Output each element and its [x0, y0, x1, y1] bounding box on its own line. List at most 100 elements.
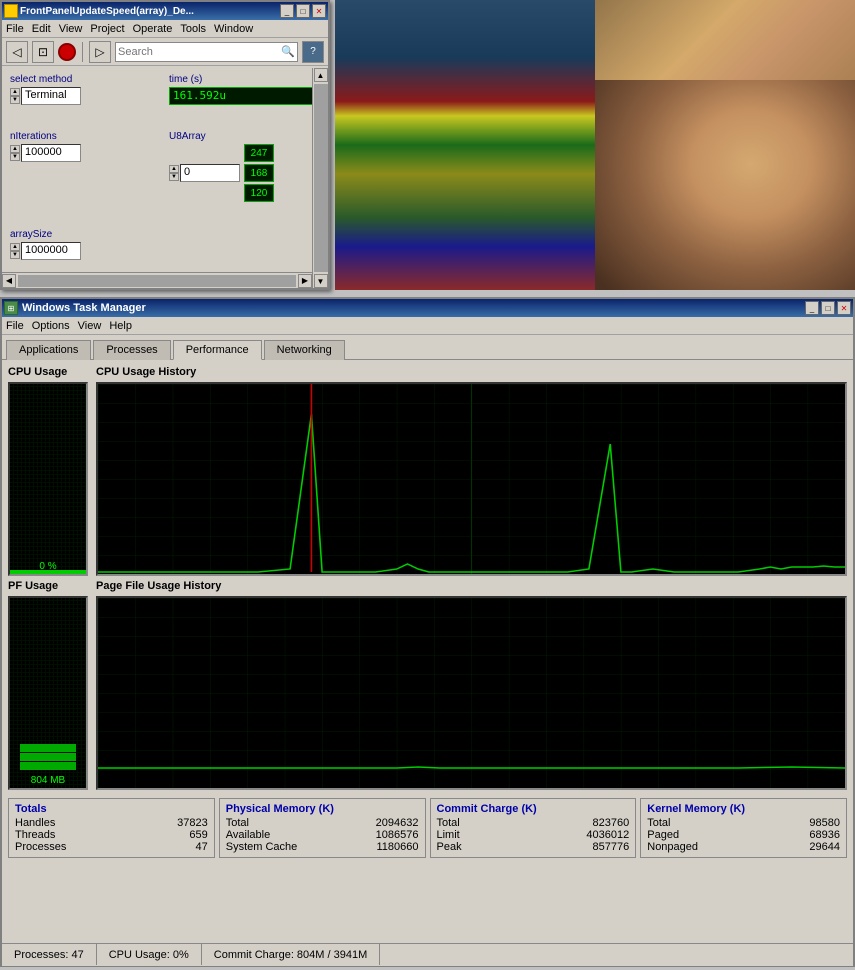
- menu-project[interactable]: Project: [90, 23, 124, 35]
- hscroll-left[interactable]: ◀: [2, 274, 16, 288]
- commit-peak-value: 857776: [593, 841, 630, 853]
- context-help-button[interactable]: ?: [302, 41, 324, 63]
- search-input[interactable]: [118, 46, 281, 58]
- pf-usage-label: PF Usage: [8, 580, 88, 592]
- method-down[interactable]: ▼: [10, 96, 20, 104]
- arraysize-spinbox: ▲ ▼ 1000000: [10, 242, 161, 260]
- commit-charge-box: Commit Charge (K) Total 823760 Limit 403…: [430, 798, 637, 858]
- menu-file[interactable]: File: [6, 320, 24, 332]
- bottom-charts-row: PF Usage 804 MB Page File Usage: [8, 580, 847, 790]
- kernel-nonpaged-value: 29644: [809, 841, 840, 853]
- menu-edit[interactable]: Edit: [32, 23, 51, 35]
- taskmanager-content: CPU Usage 0 % CPU Usage History: [2, 360, 853, 966]
- method-up[interactable]: ▲: [10, 88, 20, 96]
- physical-memory-title: Physical Memory (K): [226, 803, 419, 815]
- method-label: select method: [10, 74, 161, 85]
- taskman-maximize[interactable]: □: [821, 301, 835, 315]
- labview-menubar: File Edit View Project Operate Tools Win…: [2, 20, 328, 38]
- menu-help[interactable]: Help: [109, 320, 132, 332]
- phys-total-value: 2094632: [376, 817, 419, 829]
- taskman-close[interactable]: ✕: [837, 301, 851, 315]
- method-value[interactable]: Terminal: [21, 87, 81, 105]
- person-photo: [595, 80, 855, 290]
- kernel-paged-value: 68936: [809, 829, 840, 841]
- pf-mini-gauge: 804 MB: [8, 596, 88, 790]
- menu-view[interactable]: View: [59, 23, 83, 35]
- back-button[interactable]: ◁: [6, 41, 28, 63]
- niterations-label: nIterations: [10, 131, 161, 142]
- niterations-down[interactable]: ▼: [10, 153, 20, 161]
- hscrollbar[interactable]: ◀ ▶: [2, 272, 312, 288]
- menu-window[interactable]: Window: [214, 23, 253, 35]
- arraysize-value[interactable]: 1000000: [21, 242, 81, 260]
- scroll-down[interactable]: ▼: [314, 274, 328, 288]
- maximize-button[interactable]: □: [296, 4, 310, 18]
- commit-total-row: Total 823760: [437, 817, 630, 829]
- hscroll-thumb[interactable]: [18, 275, 296, 287]
- taskmanager-menubar: File Options View Help: [2, 317, 853, 335]
- phys-cache-label: System Cache: [226, 841, 298, 853]
- u8array-spinner: ▲ ▼ 0: [169, 144, 240, 202]
- phys-total-row: Total 2094632: [226, 817, 419, 829]
- taskmanager-window: ⊞ Windows Task Manager _ □ ✕ File Option…: [0, 297, 855, 967]
- phys-available-label: Available: [226, 829, 270, 841]
- books-photo: [335, 0, 595, 290]
- taskmanager-icon: ⊞: [4, 301, 18, 315]
- kernel-memory-title: Kernel Memory (K): [647, 803, 840, 815]
- pf-history-chart: [96, 596, 847, 790]
- menu-tools[interactable]: Tools: [180, 23, 206, 35]
- scroll-thumb[interactable]: [314, 84, 328, 272]
- labview-titlebar: FrontPanelUpdateSpeed(array)_De... _ □ ✕: [2, 2, 328, 20]
- labview-title: FrontPanelUpdateSpeed(array)_De...: [4, 6, 280, 17]
- commit-total-value: 823760: [593, 817, 630, 829]
- u8array-down[interactable]: ▼: [169, 173, 179, 181]
- arraysize-up[interactable]: ▲: [10, 243, 20, 251]
- labview-window: FrontPanelUpdateSpeed(array)_De... _ □ ✕…: [0, 0, 330, 290]
- search-box[interactable]: 🔍: [115, 42, 298, 62]
- cpu-mini-gauge: 0 %: [8, 382, 88, 576]
- taskmanager-statusbar: Processes: 47 CPU Usage: 0% Commit Charg…: [2, 943, 853, 965]
- processes-value: 47: [196, 841, 208, 853]
- pf-seg-2: [20, 753, 76, 761]
- taskman-minimize[interactable]: _: [805, 301, 819, 315]
- handles-label: Handles: [15, 817, 55, 829]
- u8array-up[interactable]: ▲: [169, 165, 179, 173]
- u8array-index[interactable]: 0: [180, 164, 240, 182]
- menu-view[interactable]: View: [78, 320, 102, 332]
- tab-networking[interactable]: Networking: [264, 340, 345, 360]
- cpu-percent-label: 0 %: [10, 561, 86, 572]
- snapshot-button[interactable]: ⊡: [32, 41, 54, 63]
- commit-charge-title: Commit Charge (K): [437, 803, 630, 815]
- cpu-grid: [10, 384, 86, 574]
- method-spinbox: ▲ ▼ Terminal: [10, 87, 161, 105]
- menu-file[interactable]: File: [6, 23, 24, 35]
- minimize-button[interactable]: _: [280, 4, 294, 18]
- run-button[interactable]: [58, 43, 76, 61]
- arraysize-down[interactable]: ▼: [10, 251, 20, 259]
- arraysize-arrows[interactable]: ▲ ▼: [10, 243, 20, 259]
- hscroll-right[interactable]: ▶: [298, 274, 312, 288]
- phys-available-value: 1086576: [376, 829, 419, 841]
- tab-performance[interactable]: Performance: [173, 340, 262, 360]
- close-button[interactable]: ✕: [312, 4, 326, 18]
- search-icon[interactable]: 🔍: [281, 45, 295, 58]
- cpu-history-svg: [98, 384, 845, 574]
- tab-processes[interactable]: Processes: [93, 340, 170, 360]
- scrollbar[interactable]: ▲ ▼: [312, 68, 328, 288]
- method-arrows[interactable]: ▲ ▼: [10, 88, 20, 104]
- threads-row: Threads 659: [15, 829, 208, 841]
- cpu-usage-label: CPU Usage: [8, 366, 88, 378]
- pf-segments: [20, 704, 76, 771]
- niterations-value[interactable]: 100000: [21, 144, 81, 162]
- method-group: select method ▲ ▼ Terminal: [8, 72, 163, 125]
- arrow-button[interactable]: ▷: [89, 41, 111, 63]
- labview-content: select method ▲ ▼ Terminal time (s) 161.…: [2, 66, 328, 286]
- niterations-arrows[interactable]: ▲ ▼: [10, 145, 20, 161]
- niterations-up[interactable]: ▲: [10, 145, 20, 153]
- tab-applications[interactable]: Applications: [6, 340, 91, 360]
- u8array-arrows[interactable]: ▲ ▼: [169, 165, 179, 181]
- menu-operate[interactable]: Operate: [133, 23, 173, 35]
- menu-options[interactable]: Options: [32, 320, 70, 332]
- separator: [82, 42, 83, 62]
- scroll-up[interactable]: ▲: [314, 68, 328, 82]
